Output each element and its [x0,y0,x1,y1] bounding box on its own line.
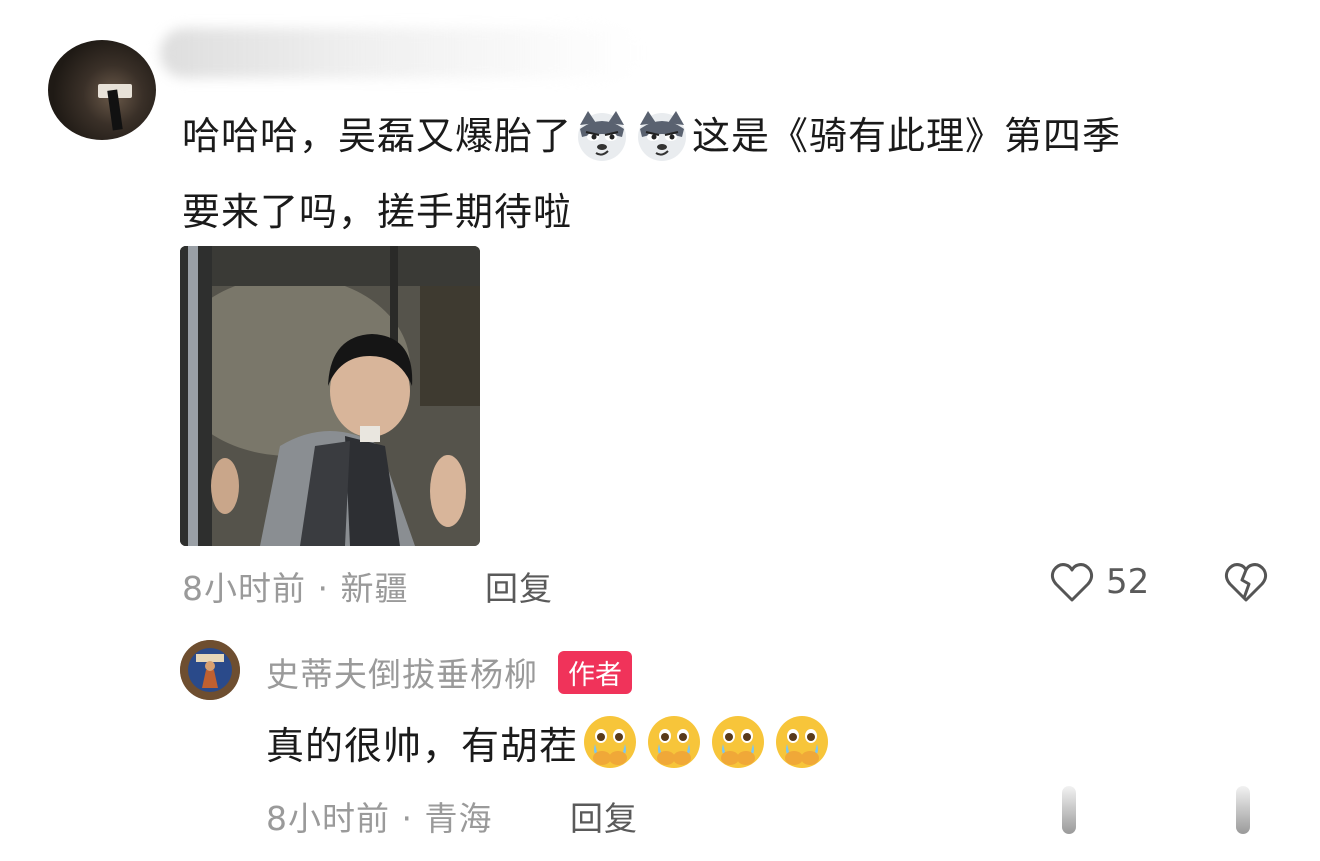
comment-reply-button[interactable]: 回复 [485,562,553,610]
broken-heart-icon [1224,563,1268,602]
crying-emoji-icon [648,716,701,768]
commenter-avatar[interactable] [48,40,156,140]
crying-emoji-icon [584,716,637,768]
comment-text-part2: 这是《骑有此理》第四季 [692,114,1122,158]
scroll-indicator [1062,786,1076,834]
like-button[interactable] [1048,558,1096,606]
crying-emoji-icon [776,716,829,768]
reply-text: 真的很帅，有胡茬 [266,723,579,768]
crying-emoji-icon [712,716,765,768]
reply-meta: 8小时前 · 青海 [266,799,493,838]
comment-image[interactable] [180,246,480,546]
wolf-emoji-icon [638,110,687,161]
reply-text-row: 真的很帅，有胡茬 [266,712,834,772]
heart-icon [1050,563,1094,602]
comment-meta: 8小时前 · 新疆 [182,569,409,608]
author-name[interactable]: 史蒂夫倒拔垂杨柳 [266,648,538,696]
author-badge: 作者 [558,650,632,694]
reply-reply-button[interactable]: 回复 [570,792,638,840]
reply-header: 史蒂夫倒拔垂杨柳 作者 [266,648,632,696]
dislike-button[interactable] [1222,558,1270,606]
commenter-name-blurred [160,28,640,78]
comment-text-part3: 要来了吗，搓手期待啦 [182,190,573,234]
like-count: 52 [1106,562,1150,602]
comment-text-part1: 哈哈哈，吴磊又爆胎了 [182,114,573,158]
wolf-emoji-icon [578,110,627,161]
author-avatar[interactable] [180,640,240,700]
comment-text: 哈哈哈，吴磊又爆胎了 这是《骑有此理》第四季 要来了吗，搓手期待啦 [182,98,1262,250]
scroll-indicator [1236,786,1250,834]
